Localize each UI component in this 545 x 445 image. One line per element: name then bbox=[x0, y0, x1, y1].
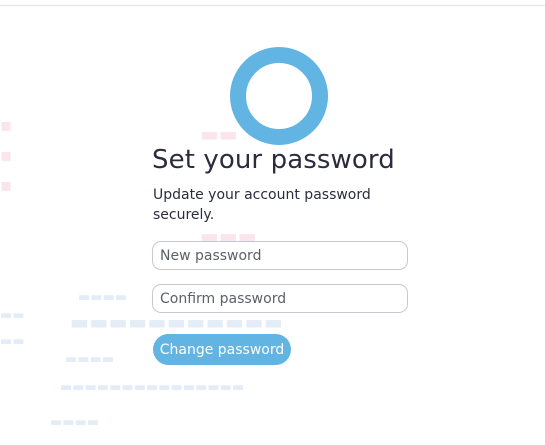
new-password-input[interactable] bbox=[152, 241, 408, 270]
background-artifact: ▬▬ bbox=[0, 308, 25, 323]
background-artifact: ▪ bbox=[0, 115, 13, 136]
background-artifact: ▬▬▬▬ bbox=[65, 352, 115, 367]
change-password-button[interactable]: Change password bbox=[153, 334, 291, 365]
page-subtitle: Update your account password securely. bbox=[153, 187, 371, 223]
page-title: Set your password bbox=[152, 145, 395, 175]
background-artifact: ▬▬▬▬ bbox=[78, 290, 128, 305]
background-artifact: ▬▬▬▬▬▬▬▬▬▬▬ bbox=[70, 310, 284, 334]
ring-logo-icon bbox=[229, 46, 329, 146]
confirm-password-input[interactable] bbox=[152, 284, 408, 313]
background-artifact: ▪ bbox=[0, 145, 13, 166]
top-divider bbox=[0, 5, 545, 6]
background-artifact: ▪ bbox=[0, 175, 13, 196]
background-artifact: ▬▬▬▬▬▬▬▬▬▬▬▬▬▬▬ bbox=[60, 380, 245, 395]
background-artifact: ▬▬ bbox=[0, 334, 25, 349]
background-artifact: ▬▬▬▬ bbox=[50, 415, 100, 430]
